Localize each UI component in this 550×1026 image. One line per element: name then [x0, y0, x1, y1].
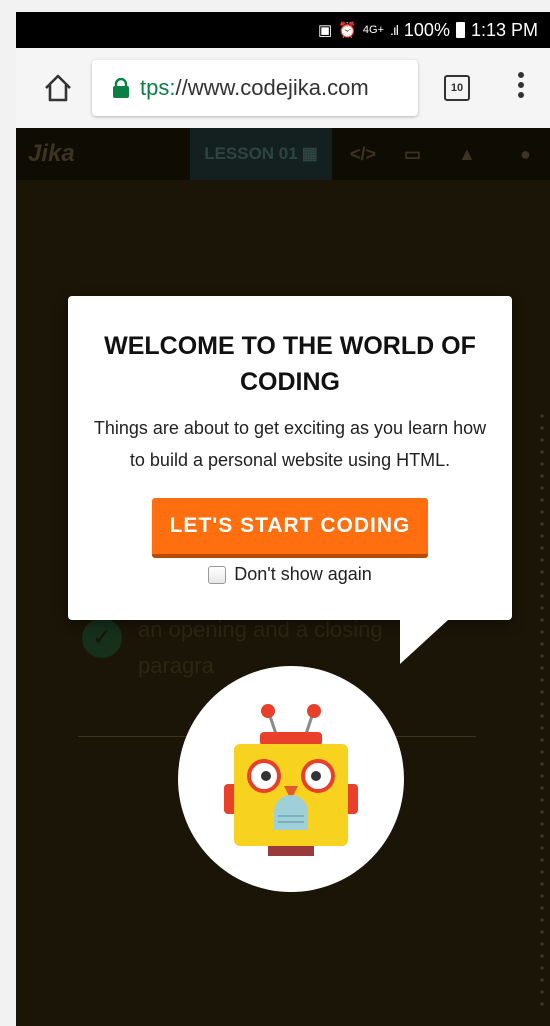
welcome-modal: WELCOME TO THE WORLD OF CODING Things ar…	[68, 296, 512, 620]
start-coding-button[interactable]: LET'S START CODING	[152, 498, 428, 558]
dont-show-again[interactable]: Don't show again	[68, 564, 512, 585]
scroll-dots	[538, 410, 546, 1010]
alarm-icon: ⏰	[338, 22, 357, 39]
user-icon[interactable]: ●	[520, 144, 531, 165]
url-host: //www.codejika.com	[175, 75, 369, 100]
overflow-menu-icon[interactable]	[516, 72, 526, 106]
dont-show-checkbox[interactable]	[208, 565, 227, 584]
browser-toolbar: tps://www.codejika.com 10	[16, 48, 550, 129]
jika-logo: Jika	[28, 140, 75, 167]
lock-icon	[113, 78, 129, 98]
home-icon[interactable]	[40, 70, 76, 106]
modal-body: Things are about to get exciting as you …	[93, 418, 487, 470]
modal-title: WELCOME TO THE WORLD OF CODING	[104, 332, 476, 396]
signal-icon: .ıl	[390, 22, 399, 38]
dont-show-label: Don't show again	[234, 564, 372, 584]
code-icon[interactable]: </>	[350, 144, 376, 165]
robot-avatar	[178, 666, 404, 892]
monitor-icon[interactable]: ▭	[404, 144, 421, 165]
site-nav: Jika LESSON 01 ▦ </> ▭ ▲ ●	[16, 128, 550, 190]
tab-lesson[interactable]: LESSON 01 ▦	[190, 128, 332, 190]
battery-percent: 100%	[403, 19, 450, 40]
phone-screen: ▣ ⏰ 4G+ .ıl 100% 1:13 PM tps://www.codej…	[16, 12, 550, 1026]
photo-icon: ▣	[318, 22, 333, 39]
list-icon: ▦	[301, 144, 318, 163]
url-scheme: tps:	[140, 75, 176, 100]
url-bar[interactable]: tps://www.codejika.com	[92, 60, 418, 116]
status-bar: ▣ ⏰ 4G+ .ıl 100% 1:13 PM	[16, 12, 550, 48]
tab-switcher-button[interactable]: 10	[444, 75, 470, 101]
battery-icon	[455, 22, 465, 38]
robot-icon	[224, 704, 358, 856]
graduation-cap-icon[interactable]: ▲	[458, 144, 476, 165]
check-icon: ✓	[82, 618, 122, 658]
clock: 1:13 PM	[470, 19, 538, 40]
lesson-tab-label: LESSON 01	[204, 144, 298, 163]
network-type: 4G+	[362, 24, 385, 36]
speech-pointer	[400, 620, 448, 664]
